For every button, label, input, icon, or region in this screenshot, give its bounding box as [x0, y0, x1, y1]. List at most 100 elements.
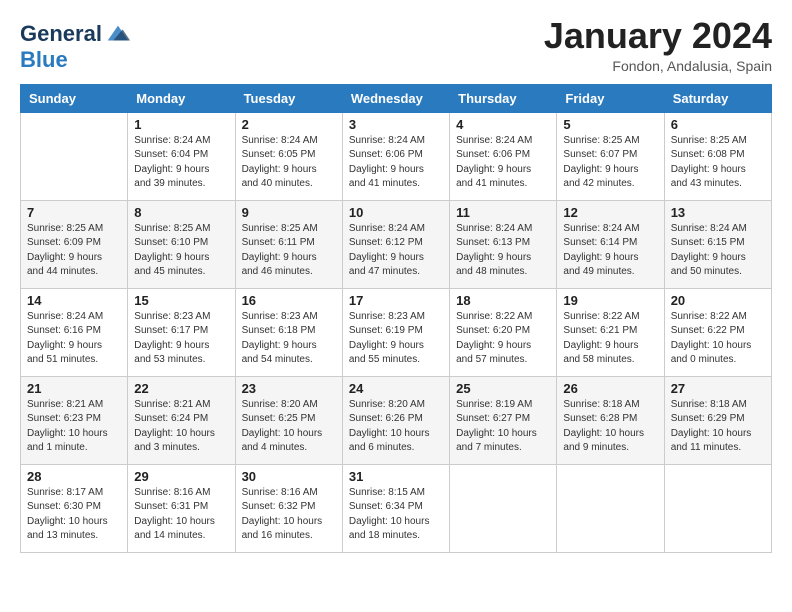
sunrise-label: Sunrise: 8:25 AM [671, 135, 747, 146]
sunset-label: Sunset: 6:18 PM [242, 325, 316, 336]
daylight-label: Daylight: 9 hours and 55 minutes. [349, 340, 424, 366]
sunset-label: Sunset: 6:30 PM [27, 501, 101, 512]
day-number: 8 [134, 205, 228, 220]
day-number: 6 [671, 117, 765, 132]
day-number: 19 [563, 293, 657, 308]
daylight-label: Daylight: 9 hours and 41 minutes. [349, 164, 424, 190]
calendar-week-2: 14 Sunrise: 8:24 AM Sunset: 6:16 PM Dayl… [21, 288, 772, 376]
table-row: 9 Sunrise: 8:25 AM Sunset: 6:11 PM Dayli… [235, 200, 342, 288]
sunrise-label: Sunrise: 8:24 AM [242, 135, 318, 146]
day-info: Sunrise: 8:22 AM Sunset: 6:21 PM Dayligh… [563, 310, 657, 368]
sunrise-label: Sunrise: 8:17 AM [27, 487, 103, 498]
day-info: Sunrise: 8:24 AM Sunset: 6:13 PM Dayligh… [456, 222, 550, 280]
day-info: Sunrise: 8:22 AM Sunset: 6:20 PM Dayligh… [456, 310, 550, 368]
sunset-label: Sunset: 6:04 PM [134, 149, 208, 160]
table-row: 7 Sunrise: 8:25 AM Sunset: 6:09 PM Dayli… [21, 200, 128, 288]
sunset-label: Sunset: 6:06 PM [349, 149, 423, 160]
daylight-label: Daylight: 9 hours and 47 minutes. [349, 252, 424, 278]
sunset-label: Sunset: 6:24 PM [134, 413, 208, 424]
sunset-label: Sunset: 6:12 PM [349, 237, 423, 248]
sunset-label: Sunset: 6:22 PM [671, 325, 745, 336]
sunset-label: Sunset: 6:11 PM [242, 237, 315, 248]
day-info: Sunrise: 8:21 AM Sunset: 6:23 PM Dayligh… [27, 398, 121, 456]
sunrise-label: Sunrise: 8:22 AM [671, 311, 747, 322]
sunset-label: Sunset: 6:19 PM [349, 325, 423, 336]
sunrise-label: Sunrise: 8:24 AM [563, 223, 639, 234]
table-row: 3 Sunrise: 8:24 AM Sunset: 6:06 PM Dayli… [342, 112, 449, 200]
sunset-label: Sunset: 6:21 PM [563, 325, 637, 336]
day-number: 12 [563, 205, 657, 220]
table-row: 31 Sunrise: 8:15 AM Sunset: 6:34 PM Dayl… [342, 464, 449, 552]
table-row: 18 Sunrise: 8:22 AM Sunset: 6:20 PM Dayl… [450, 288, 557, 376]
day-number: 21 [27, 381, 121, 396]
sunrise-label: Sunrise: 8:24 AM [671, 223, 747, 234]
sunrise-label: Sunrise: 8:24 AM [349, 135, 425, 146]
day-info: Sunrise: 8:24 AM Sunset: 6:06 PM Dayligh… [456, 134, 550, 192]
sunrise-label: Sunrise: 8:20 AM [242, 399, 318, 410]
sunset-label: Sunset: 6:05 PM [242, 149, 316, 160]
day-info: Sunrise: 8:23 AM Sunset: 6:17 PM Dayligh… [134, 310, 228, 368]
table-row: 14 Sunrise: 8:24 AM Sunset: 6:16 PM Dayl… [21, 288, 128, 376]
daylight-label: Daylight: 10 hours and 13 minutes. [27, 516, 108, 542]
sunset-label: Sunset: 6:08 PM [671, 149, 745, 160]
sunset-label: Sunset: 6:07 PM [563, 149, 637, 160]
daylight-label: Daylight: 9 hours and 48 minutes. [456, 252, 531, 278]
daylight-label: Daylight: 9 hours and 49 minutes. [563, 252, 638, 278]
col-tuesday: Tuesday [235, 84, 342, 112]
calendar-week-0: 1 Sunrise: 8:24 AM Sunset: 6:04 PM Dayli… [21, 112, 772, 200]
sunset-label: Sunset: 6:20 PM [456, 325, 530, 336]
sunset-label: Sunset: 6:34 PM [349, 501, 423, 512]
daylight-label: Daylight: 10 hours and 14 minutes. [134, 516, 215, 542]
day-number: 26 [563, 381, 657, 396]
sunset-label: Sunset: 6:29 PM [671, 413, 745, 424]
table-row: 5 Sunrise: 8:25 AM Sunset: 6:07 PM Dayli… [557, 112, 664, 200]
daylight-label: Daylight: 10 hours and 11 minutes. [671, 428, 752, 454]
col-thursday: Thursday [450, 84, 557, 112]
calendar-week-3: 21 Sunrise: 8:21 AM Sunset: 6:23 PM Dayl… [21, 376, 772, 464]
day-info: Sunrise: 8:24 AM Sunset: 6:04 PM Dayligh… [134, 134, 228, 192]
table-row: 20 Sunrise: 8:22 AM Sunset: 6:22 PM Dayl… [664, 288, 771, 376]
sunrise-label: Sunrise: 8:23 AM [134, 311, 210, 322]
sunrise-label: Sunrise: 8:23 AM [349, 311, 425, 322]
day-info: Sunrise: 8:16 AM Sunset: 6:32 PM Dayligh… [242, 486, 336, 544]
sunrise-label: Sunrise: 8:16 AM [134, 487, 210, 498]
col-saturday: Saturday [664, 84, 771, 112]
day-number: 16 [242, 293, 336, 308]
daylight-label: Daylight: 10 hours and 16 minutes. [242, 516, 323, 542]
day-info: Sunrise: 8:16 AM Sunset: 6:31 PM Dayligh… [134, 486, 228, 544]
day-info: Sunrise: 8:19 AM Sunset: 6:27 PM Dayligh… [456, 398, 550, 456]
location-subtitle: Fondon, Andalusia, Spain [544, 58, 772, 74]
day-info: Sunrise: 8:24 AM Sunset: 6:06 PM Dayligh… [349, 134, 443, 192]
table-row: 15 Sunrise: 8:23 AM Sunset: 6:17 PM Dayl… [128, 288, 235, 376]
logo: General Blue [20, 20, 132, 72]
day-info: Sunrise: 8:23 AM Sunset: 6:19 PM Dayligh… [349, 310, 443, 368]
table-row: 22 Sunrise: 8:21 AM Sunset: 6:24 PM Dayl… [128, 376, 235, 464]
sunrise-label: Sunrise: 8:21 AM [134, 399, 210, 410]
day-number: 7 [27, 205, 121, 220]
sunrise-label: Sunrise: 8:21 AM [27, 399, 103, 410]
table-row: 11 Sunrise: 8:24 AM Sunset: 6:13 PM Dayl… [450, 200, 557, 288]
day-number: 23 [242, 381, 336, 396]
day-info: Sunrise: 8:20 AM Sunset: 6:26 PM Dayligh… [349, 398, 443, 456]
table-row [450, 464, 557, 552]
col-wednesday: Wednesday [342, 84, 449, 112]
sunrise-label: Sunrise: 8:24 AM [27, 311, 103, 322]
day-number: 24 [349, 381, 443, 396]
sunrise-label: Sunrise: 8:22 AM [563, 311, 639, 322]
sunrise-label: Sunrise: 8:16 AM [242, 487, 318, 498]
sunset-label: Sunset: 6:32 PM [242, 501, 316, 512]
daylight-label: Daylight: 9 hours and 57 minutes. [456, 340, 531, 366]
daylight-label: Daylight: 9 hours and 50 minutes. [671, 252, 746, 278]
sunrise-label: Sunrise: 8:15 AM [349, 487, 425, 498]
daylight-label: Daylight: 9 hours and 46 minutes. [242, 252, 317, 278]
daylight-label: Daylight: 10 hours and 6 minutes. [349, 428, 430, 454]
day-info: Sunrise: 8:25 AM Sunset: 6:10 PM Dayligh… [134, 222, 228, 280]
daylight-label: Daylight: 10 hours and 0 minutes. [671, 340, 752, 366]
sunset-label: Sunset: 6:13 PM [456, 237, 530, 248]
table-row: 26 Sunrise: 8:18 AM Sunset: 6:28 PM Dayl… [557, 376, 664, 464]
daylight-label: Daylight: 9 hours and 58 minutes. [563, 340, 638, 366]
sunrise-label: Sunrise: 8:24 AM [456, 223, 532, 234]
day-number: 18 [456, 293, 550, 308]
day-number: 25 [456, 381, 550, 396]
table-row: 8 Sunrise: 8:25 AM Sunset: 6:10 PM Dayli… [128, 200, 235, 288]
